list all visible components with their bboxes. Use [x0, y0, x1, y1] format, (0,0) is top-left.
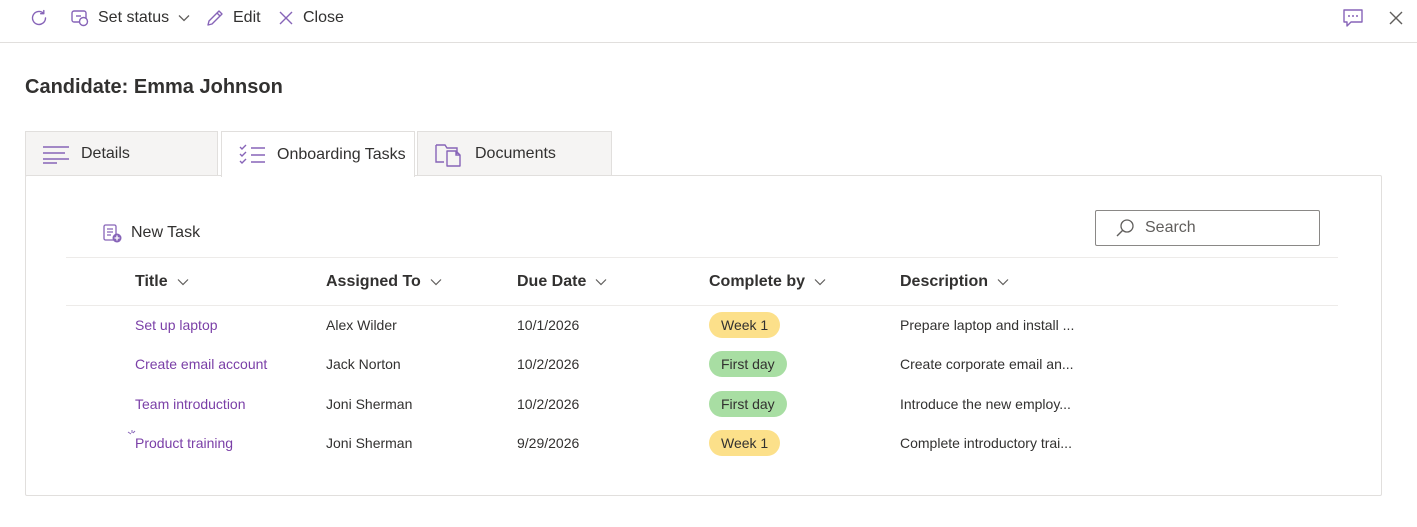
documents-icon — [434, 141, 464, 167]
status-badge: Week 1 — [709, 311, 781, 338]
set-status-label: Set status — [98, 9, 170, 26]
chevron-down-icon — [595, 279, 607, 286]
status-badge: First day — [709, 350, 787, 377]
task-title-link[interactable]: Team introduction — [135, 384, 246, 423]
due-date-cell: 9/29/2026 — [517, 434, 580, 451]
task-title-link[interactable]: Product training — [135, 423, 233, 462]
column-header-label: Description — [900, 273, 989, 290]
assigned-to-cell: Jack Norton — [326, 355, 401, 372]
feedback-button[interactable] — [1342, 0, 1364, 36]
search-input[interactable] — [1145, 219, 1305, 237]
search-icon — [1116, 219, 1134, 237]
due-date-cell: 10/2/2026 — [517, 355, 580, 372]
column-header-complete-by[interactable]: Complete by — [709, 270, 827, 294]
dismiss-button[interactable] — [1387, 0, 1405, 36]
assigned-to-cell: Alex Wilder — [326, 316, 397, 333]
table-row[interactable]: Set up laptop Alex Wilder 10/1/2026 Week… — [66, 305, 1338, 344]
status-icon — [71, 10, 89, 27]
edit-label: Edit — [233, 9, 261, 26]
checklist-icon — [238, 144, 266, 166]
complete-by-cell: Week 1 — [709, 305, 781, 344]
pencil-icon — [207, 10, 223, 26]
new-task-label: New Task — [131, 224, 201, 241]
tab-label: Onboarding Tasks — [277, 145, 406, 163]
column-header-due-date[interactable]: Due Date — [517, 270, 608, 294]
task-title-link[interactable]: Create email account — [135, 344, 267, 383]
edit-button[interactable]: Edit — [205, 0, 261, 36]
column-header-title[interactable]: Title — [135, 270, 190, 294]
divider — [66, 257, 1338, 258]
table-row[interactable]: Create email account Jack Norton 10/2/20… — [66, 344, 1338, 383]
close-button[interactable]: Close — [277, 0, 344, 36]
column-header-assigned-to[interactable]: Assigned To — [326, 270, 443, 294]
set-status-button[interactable]: Set status — [70, 0, 191, 36]
tab-onboarding-tasks[interactable]: Onboarding Tasks — [221, 131, 415, 177]
new-task-button[interactable]: New Task — [102, 221, 200, 245]
column-header-description[interactable]: Description — [900, 270, 1010, 294]
tab-documents[interactable]: Documents — [417, 131, 612, 176]
description-cell: Introduce the new employ... — [900, 395, 1071, 412]
table-row[interactable]: Product training Joni Sherman 9/29/2026 … — [66, 423, 1338, 462]
column-header-label: Title — [135, 273, 168, 290]
close-icon — [1389, 11, 1403, 25]
column-header-label: Due Date — [517, 273, 587, 290]
chevron-down-icon — [814, 279, 826, 286]
description-cell: Create corporate email an... — [900, 355, 1074, 372]
refresh-icon — [31, 9, 47, 26]
refresh-button[interactable] — [29, 0, 49, 36]
due-date-cell: 10/2/2026 — [517, 395, 580, 412]
description-cell: Complete introductory trai... — [900, 434, 1072, 451]
command-bar: Set status Edit Close — [0, 0, 1417, 43]
tab-label: Documents — [475, 145, 556, 162]
column-header-label: Complete by — [709, 273, 806, 290]
status-badge: First day — [709, 390, 787, 417]
description-cell: Prepare laptop and install ... — [900, 316, 1075, 333]
complete-by-cell: First day — [709, 344, 787, 383]
tab-details[interactable]: Details — [25, 131, 218, 176]
chevron-down-icon — [430, 279, 442, 286]
new-task-icon — [103, 223, 122, 242]
assigned-to-cell: Joni Sherman — [326, 395, 413, 412]
task-title-link[interactable]: Set up laptop — [135, 305, 218, 344]
search-box[interactable] — [1095, 210, 1320, 246]
page-title: Candidate: Emma Johnson — [25, 76, 283, 98]
due-date-cell: 10/1/2026 — [517, 316, 580, 333]
table-row[interactable]: Team introduction Joni Sherman 10/2/2026… — [66, 384, 1338, 423]
close-label: Close — [303, 9, 344, 26]
tab-label: Details — [81, 145, 130, 162]
chevron-down-icon — [177, 279, 189, 286]
close-icon — [279, 11, 293, 25]
status-badge: Week 1 — [709, 429, 781, 456]
chevron-down-icon — [178, 15, 190, 22]
column-header-label: Assigned To — [326, 273, 421, 290]
complete-by-cell: First day — [709, 384, 787, 423]
assigned-to-cell: Joni Sherman — [326, 434, 413, 451]
details-icon — [42, 144, 70, 164]
complete-by-cell: Week 1 — [709, 423, 781, 462]
feedback-icon — [1343, 9, 1363, 27]
chevron-down-icon — [997, 279, 1009, 286]
